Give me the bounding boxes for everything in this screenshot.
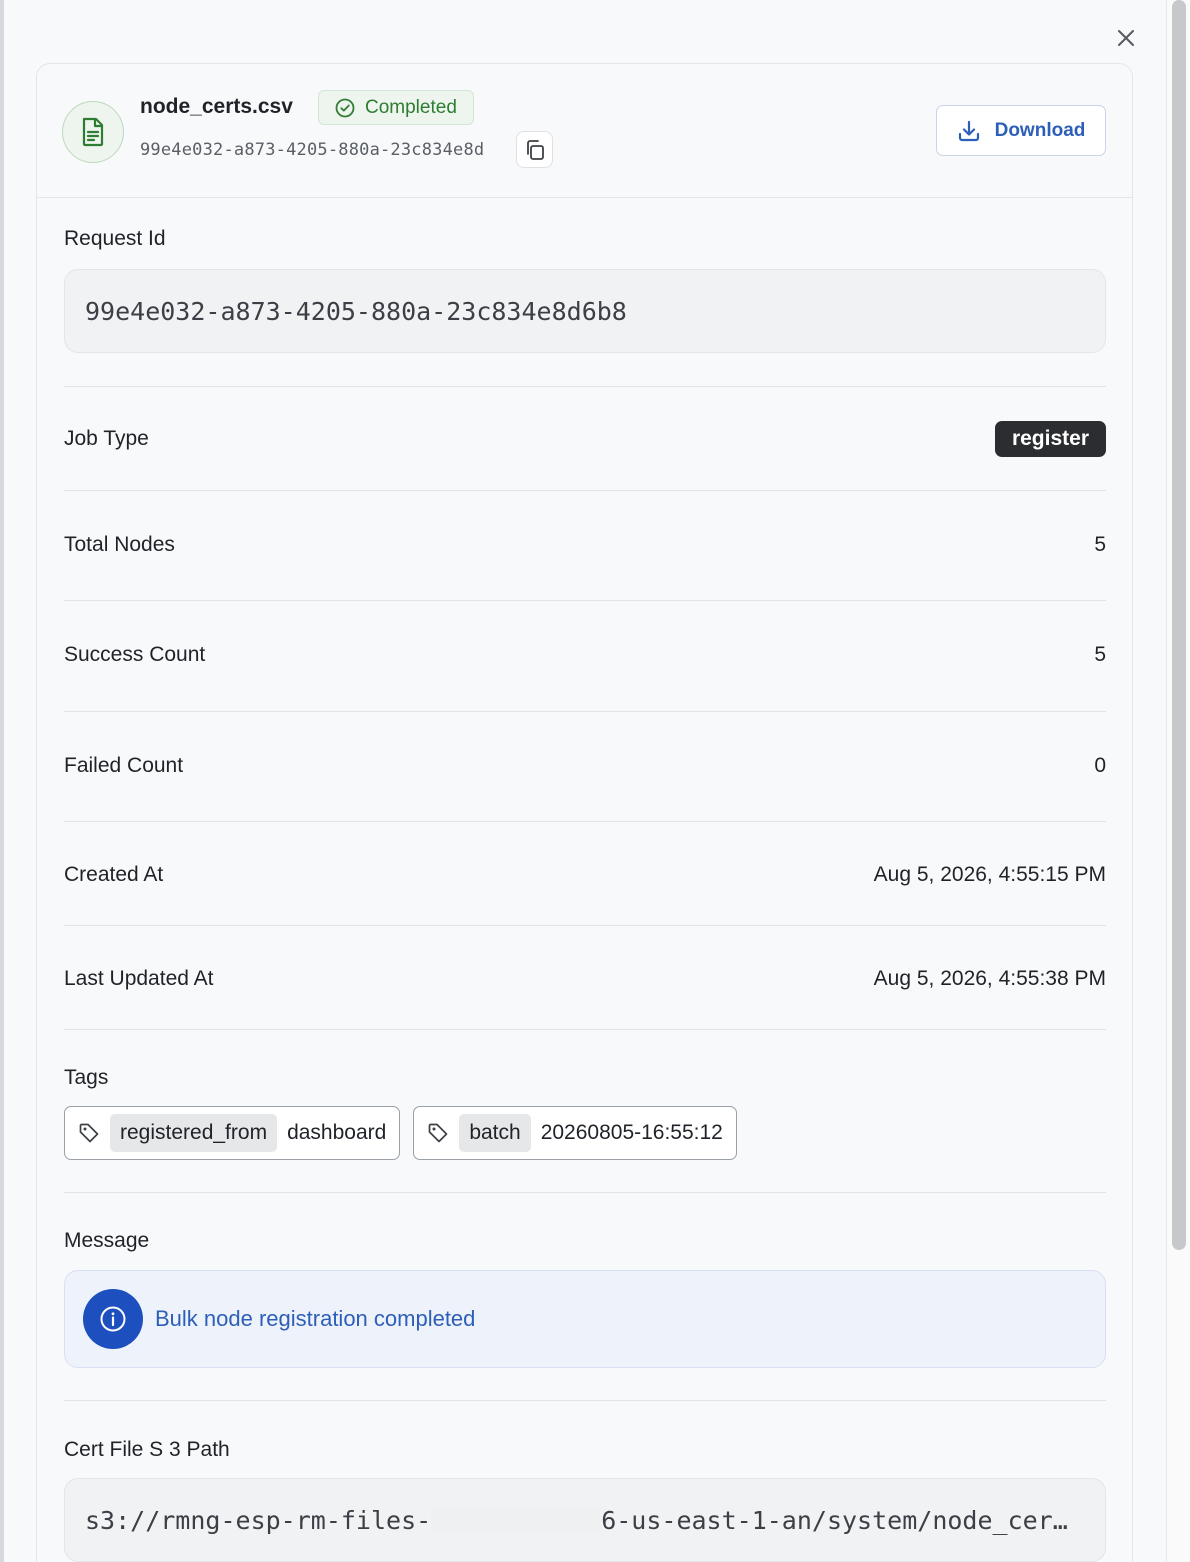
success-count-row: Success Count 5 bbox=[64, 640, 1106, 670]
job-type-badge: register bbox=[994, 421, 1106, 457]
failed-count-value: 0 bbox=[1094, 754, 1106, 777]
divider bbox=[64, 600, 1106, 601]
tag-chip[interactable]: registered_from dashboard bbox=[64, 1106, 401, 1160]
request-id-value: 99e4e032-a873-4205-880a-23c834e8d6b8 bbox=[64, 269, 1106, 353]
last-updated-label: Last Updated At bbox=[64, 967, 214, 990]
success-count-value: 5 bbox=[1094, 643, 1106, 666]
scrollbar-thumb[interactable] bbox=[1172, 0, 1186, 1250]
success-count-label: Success Count bbox=[64, 643, 206, 666]
job-type-label: Job Type bbox=[64, 427, 149, 450]
tag-chip[interactable]: batch 20260805-16:55:12 bbox=[413, 1106, 737, 1160]
tag-value: 20260805-16:55:12 bbox=[540, 1121, 723, 1144]
backdrop-edge bbox=[0, 0, 4, 1562]
created-at-value: Aug 5, 2026, 4:55:15 PM bbox=[873, 863, 1106, 886]
file-document-icon bbox=[82, 117, 104, 147]
failed-count-label: Failed Count bbox=[64, 754, 184, 777]
cert-path-label: Cert File S 3 Path bbox=[64, 1438, 230, 1461]
last-updated-value: Aug 5, 2026, 4:55:38 PM bbox=[873, 967, 1106, 990]
status-label: Completed bbox=[365, 96, 457, 118]
redacted-segment bbox=[431, 1508, 602, 1532]
download-label: Download bbox=[994, 119, 1086, 141]
last-updated-row: Last Updated At Aug 5, 2026, 4:55:38 PM bbox=[64, 962, 1106, 996]
cert-path-value: s3://rmng-esp-rm-files- 6-us-east-1-an/sy… bbox=[64, 1478, 1106, 1562]
status-badge: Completed bbox=[318, 90, 474, 125]
cert-path-prefix: s3://rmng-esp-rm-files- bbox=[85, 1505, 432, 1535]
divider bbox=[64, 490, 1106, 491]
tag-list: registered_from dashboard batch 20260805… bbox=[64, 1106, 737, 1160]
total-nodes-label: Total Nodes bbox=[64, 533, 175, 556]
total-nodes-row: Total Nodes 5 bbox=[64, 530, 1106, 560]
message-alert: Bulk node registration completed bbox=[64, 1270, 1106, 1368]
tag-key: registered_from bbox=[110, 1114, 278, 1152]
total-nodes-value: 5 bbox=[1094, 533, 1106, 556]
divider bbox=[64, 386, 1106, 387]
copy-id-button[interactable] bbox=[516, 131, 553, 168]
download-icon bbox=[958, 120, 979, 141]
job-detail-card: node_certs.csv Completed 99e4e032-a873-4… bbox=[36, 63, 1133, 1562]
divider bbox=[64, 821, 1106, 822]
download-button[interactable]: Download bbox=[936, 105, 1106, 156]
cert-path-suffix: 6-us-east-1-an/system/node_cer… bbox=[601, 1505, 1068, 1535]
card-header: node_certs.csv Completed 99e4e032-a873-4… bbox=[37, 64, 1132, 198]
request-id-label: Request Id bbox=[64, 227, 166, 250]
check-circle-icon bbox=[335, 98, 355, 117]
tag-icon bbox=[79, 1123, 99, 1143]
file-avatar bbox=[62, 101, 124, 163]
tags-label: Tags bbox=[64, 1066, 109, 1089]
divider bbox=[64, 1029, 1106, 1030]
failed-count-row: Failed Count 0 bbox=[64, 751, 1106, 781]
tag-icon bbox=[428, 1123, 448, 1143]
divider bbox=[64, 711, 1106, 712]
job-type-row: Job Type register bbox=[64, 419, 1106, 459]
copy-icon bbox=[526, 139, 544, 160]
job-id: 99e4e032-a873-4205-880a-23c834e8d bbox=[140, 140, 485, 160]
divider bbox=[64, 1192, 1106, 1193]
close-button[interactable] bbox=[1110, 22, 1142, 54]
tag-value: dashboard bbox=[287, 1121, 387, 1144]
file-name: node_certs.csv bbox=[140, 95, 293, 118]
info-icon bbox=[83, 1289, 143, 1349]
created-at-row: Created At Aug 5, 2026, 4:55:15 PM bbox=[64, 858, 1106, 892]
tag-key: batch bbox=[459, 1114, 531, 1152]
created-at-label: Created At bbox=[64, 863, 164, 886]
divider bbox=[64, 925, 1106, 926]
close-icon bbox=[1118, 30, 1134, 46]
message-text: Bulk node registration completed bbox=[155, 1306, 476, 1331]
scrollbar-track[interactable] bbox=[1166, 0, 1190, 1562]
divider bbox=[64, 1400, 1106, 1401]
message-label: Message bbox=[64, 1229, 150, 1252]
